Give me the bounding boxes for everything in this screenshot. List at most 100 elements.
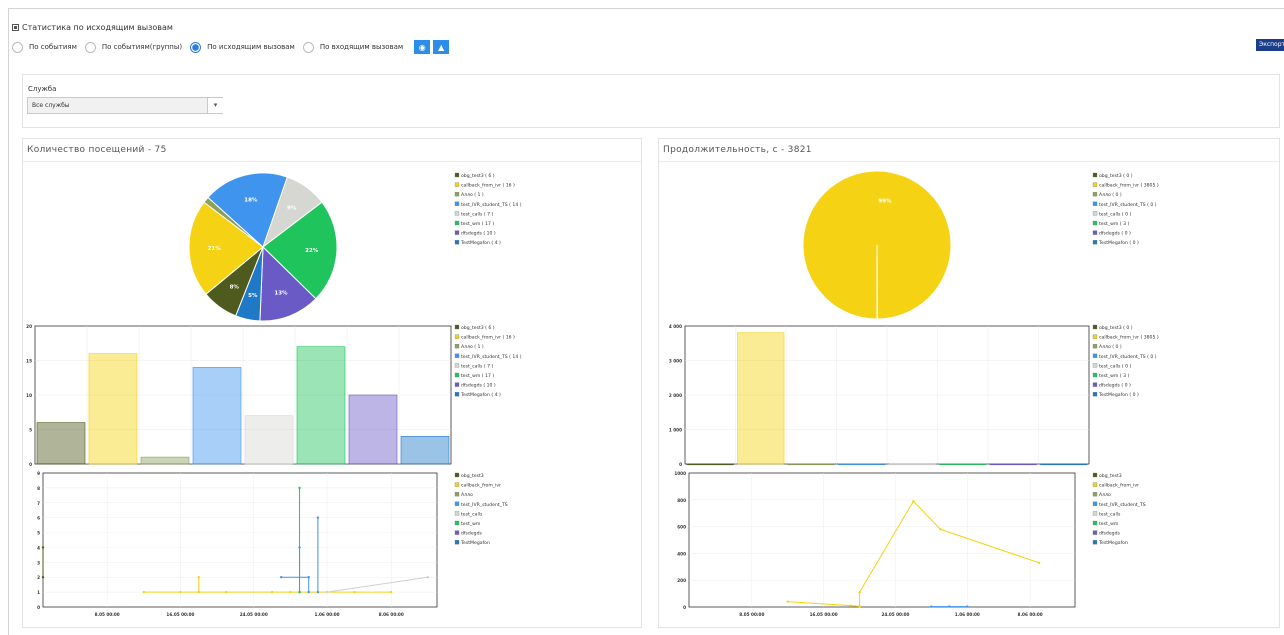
legend-item: TestMegafon ( 0 ) bbox=[1098, 240, 1139, 246]
line-x-tick: 8.05 00:00 bbox=[739, 612, 764, 617]
legend-item: Алло ( 0 ) bbox=[1099, 344, 1122, 350]
legend-swatch bbox=[1092, 172, 1098, 178]
area-chart-icon: ▲ bbox=[438, 42, 445, 52]
bar-y-tick: 0 bbox=[29, 462, 32, 467]
legend-item: test_IVR_student_TS ( 0 ) bbox=[1099, 354, 1157, 360]
line-y-tick: 9 bbox=[37, 471, 40, 476]
legend-swatch bbox=[1092, 230, 1098, 235]
pie-label: 9% bbox=[287, 205, 297, 211]
series-point bbox=[849, 604, 852, 607]
line-y-tick: 8 bbox=[37, 486, 40, 491]
legend-item: obg_test3 ( 0 ) bbox=[1099, 173, 1133, 179]
bar-y-tick: 15 bbox=[26, 359, 32, 364]
series-point bbox=[316, 516, 320, 519]
legend-item: Алло ( 1 ) bbox=[461, 344, 484, 350]
radio-events[interactable]: По событиям bbox=[12, 41, 77, 53]
series-point bbox=[307, 576, 310, 579]
legend-swatch bbox=[454, 192, 460, 197]
legend-swatch bbox=[1092, 530, 1098, 535]
line-y-tick: 2 bbox=[37, 575, 40, 580]
radio-circle[interactable] bbox=[12, 41, 23, 53]
radio-incoming-calls[interactable]: По входящим вызовам bbox=[302, 41, 403, 53]
line-x-tick: 24.05 00:00 bbox=[240, 612, 268, 617]
legend-item: Алло bbox=[1099, 492, 1111, 498]
legend-swatch bbox=[454, 182, 460, 187]
legend-swatch bbox=[1092, 482, 1098, 487]
legend-item: test_IVR_student_TS bbox=[461, 502, 508, 508]
line-y-tick: 6 bbox=[37, 516, 40, 521]
mode-radio-group: По событиям По событиям(группы) По исход… bbox=[12, 40, 450, 54]
line-x-tick: 8.05 00:00 bbox=[95, 612, 120, 617]
pie-chart-icon: ◉ bbox=[418, 42, 426, 52]
legend-swatch bbox=[1092, 334, 1098, 339]
series-point bbox=[948, 605, 951, 608]
service-select[interactable]: Все службы bbox=[27, 97, 223, 114]
area-view-button[interactable]: ▲ bbox=[433, 40, 450, 54]
line-y-tick: 3 bbox=[37, 560, 40, 565]
radio-label: По событиям bbox=[29, 43, 77, 51]
legend-item: dfsdegds ( 0 ) bbox=[1099, 231, 1131, 237]
radio-label: По событиям(группы) bbox=[101, 43, 183, 51]
series-point bbox=[142, 590, 145, 594]
legend-swatch bbox=[1092, 201, 1098, 206]
legend-item: dfsdegds bbox=[1099, 531, 1121, 537]
visits-charts: 8% 21% 18% 9% 22% 13% 5% obg_test3 ( 6 ) callbac… bbox=[26, 172, 522, 617]
line-y-tick: 4 bbox=[37, 545, 40, 550]
legend-item: TestMegafon ( 4 ) bbox=[460, 392, 501, 398]
series-point bbox=[197, 590, 200, 594]
series-point bbox=[41, 546, 45, 549]
legend-swatch bbox=[454, 172, 460, 178]
series-point bbox=[858, 591, 861, 594]
radio-events-groups[interactable]: По событиям(группы) bbox=[84, 41, 183, 53]
legend-item: test_calls bbox=[1099, 511, 1121, 517]
radio-circle-checked[interactable] bbox=[190, 41, 202, 53]
bar bbox=[140, 456, 190, 465]
legend-swatch bbox=[454, 501, 460, 506]
bar-y-tick: 2 000 bbox=[669, 393, 682, 398]
line-y-tick: 400 bbox=[677, 551, 686, 556]
chart-icon bbox=[12, 24, 19, 31]
legend-swatch bbox=[454, 230, 460, 235]
legend-swatch bbox=[454, 382, 460, 387]
legend-swatch bbox=[454, 363, 460, 368]
line-y-tick: 1 bbox=[37, 590, 40, 595]
legend-swatch bbox=[1092, 220, 1098, 226]
pie-view-button[interactable]: ◉ bbox=[414, 40, 431, 54]
series-point bbox=[316, 590, 320, 594]
pie-label: 21% bbox=[208, 246, 222, 252]
legend-item: test_calls ( 7 ) bbox=[461, 363, 494, 369]
line-x-tick: 16.05 00:00 bbox=[166, 612, 194, 617]
bar bbox=[787, 463, 835, 466]
legend-swatch bbox=[1092, 353, 1098, 358]
bar-y-tick: 0 bbox=[679, 462, 682, 467]
radio-circle[interactable] bbox=[84, 41, 96, 53]
bar bbox=[989, 463, 1037, 466]
line-y-tick: 600 bbox=[677, 525, 686, 530]
legend-item: test_wm bbox=[1099, 521, 1119, 527]
bar-y-tick: 10 bbox=[26, 393, 32, 398]
legend-item: obg_test3 ( 6 ) bbox=[461, 325, 495, 331]
legend-swatch bbox=[1092, 520, 1098, 526]
series-point bbox=[939, 528, 942, 531]
legend-swatch bbox=[454, 240, 460, 245]
bar bbox=[1040, 463, 1088, 466]
legend-swatch bbox=[454, 334, 460, 339]
legend-swatch bbox=[1092, 540, 1098, 545]
series-point bbox=[353, 590, 356, 594]
legend-item: obg_test3 ( 6 ) bbox=[461, 173, 495, 179]
legend-item: test_wm ( 17 ) bbox=[461, 221, 494, 227]
radio-circle[interactable] bbox=[302, 41, 314, 53]
bar-y-tick: 1 000 bbox=[669, 428, 682, 433]
series-point bbox=[786, 600, 789, 603]
bar bbox=[686, 463, 734, 466]
series-point bbox=[298, 590, 301, 594]
page-title-text: Статистика по исходящим вызовам bbox=[22, 23, 173, 32]
chevron-down-icon[interactable]: ▾ bbox=[207, 98, 223, 113]
legend-swatch bbox=[454, 353, 460, 358]
page-title: Статистика по исходящим вызовам bbox=[12, 23, 173, 32]
line-y-tick: 800 bbox=[677, 498, 686, 503]
radio-outgoing-calls[interactable]: По исходящим вызовам bbox=[190, 41, 295, 53]
legend-swatch bbox=[1092, 492, 1098, 497]
export-button[interactable]: Экспорт bbox=[1256, 39, 1284, 51]
pie-label: 22% bbox=[305, 248, 319, 254]
